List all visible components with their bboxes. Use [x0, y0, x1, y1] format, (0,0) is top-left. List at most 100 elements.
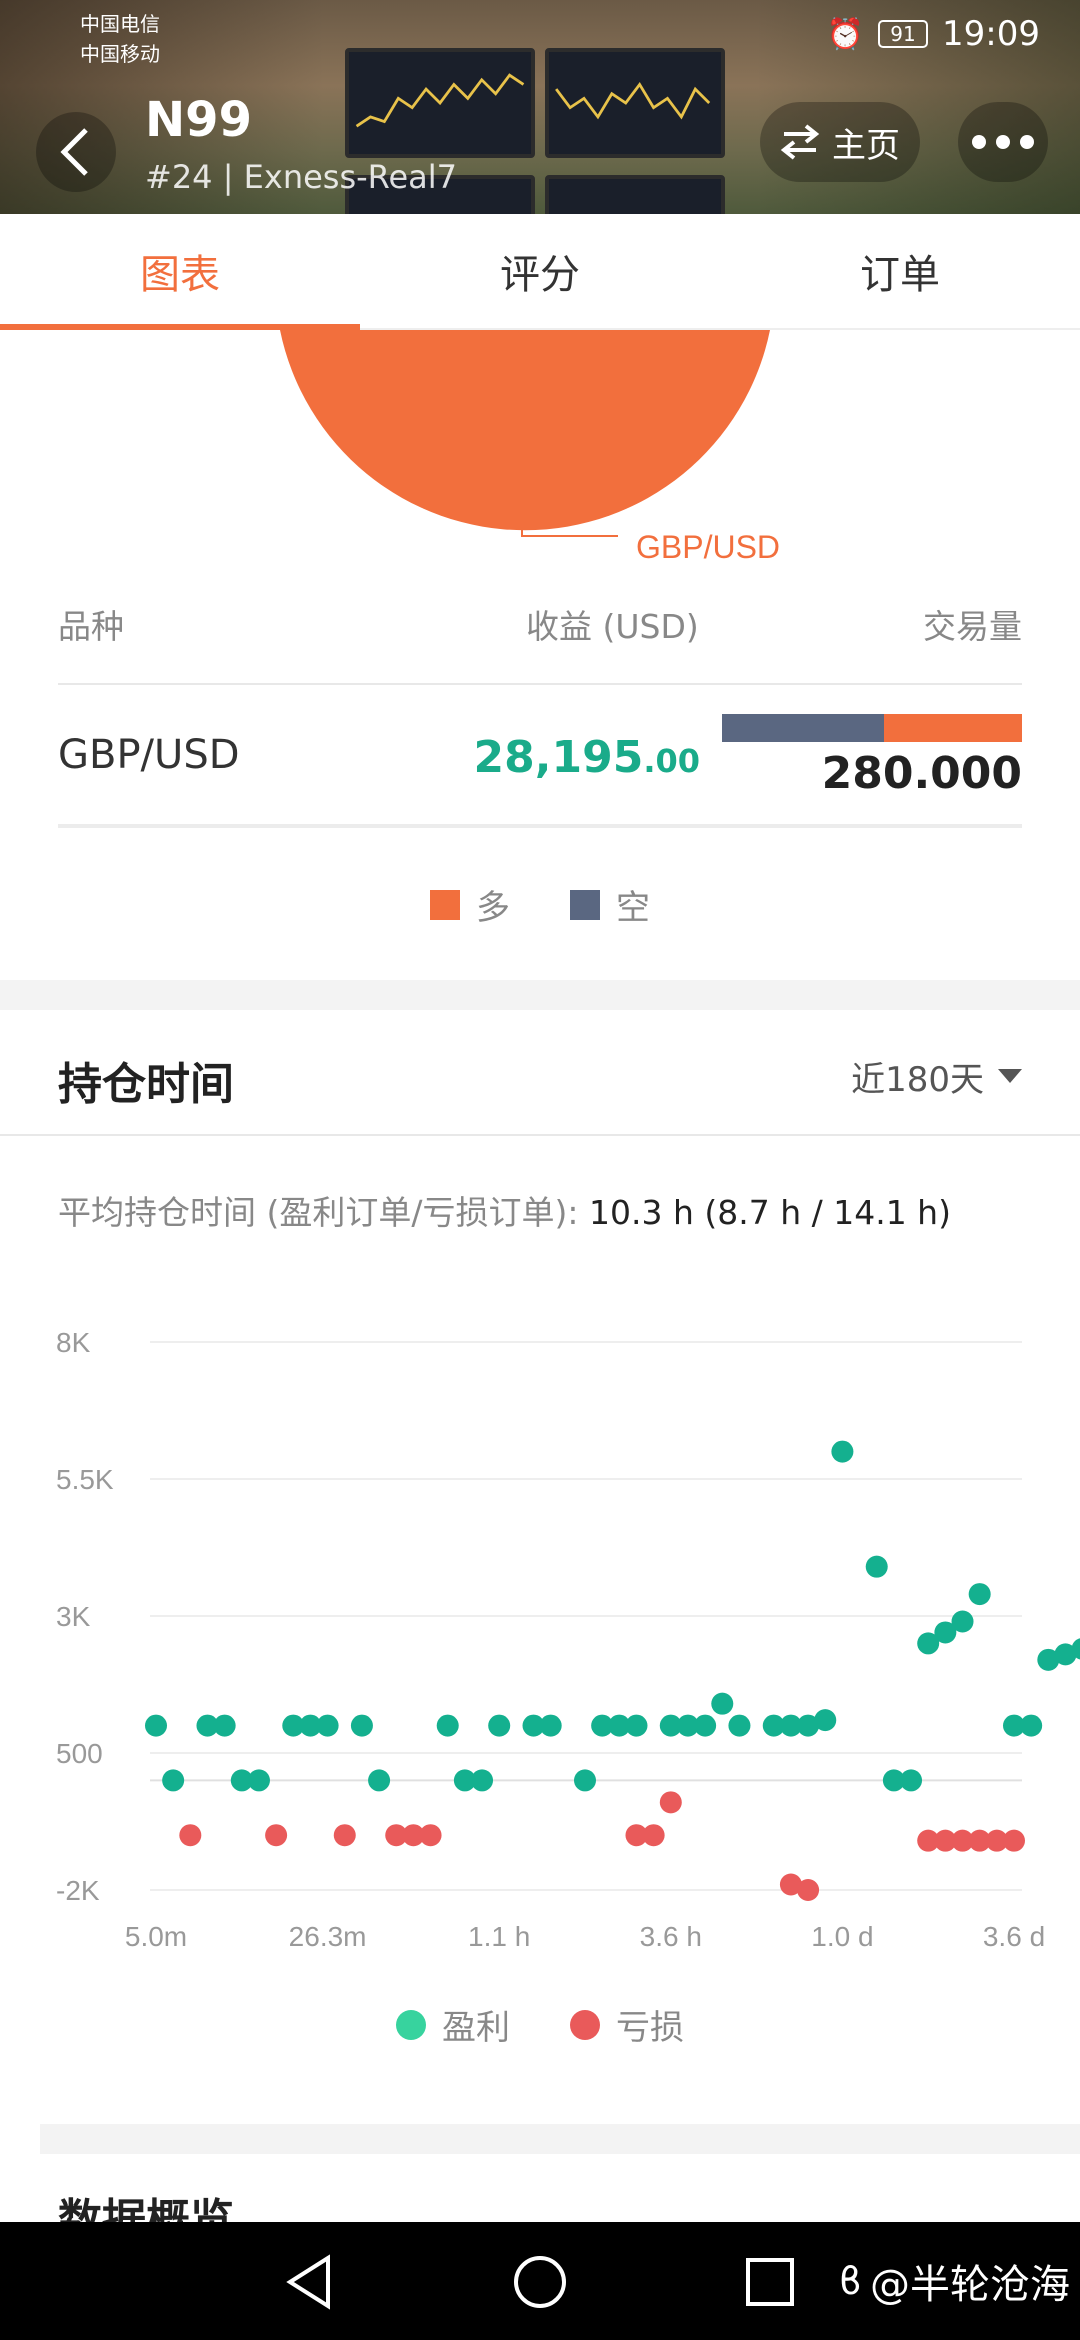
pie-label: GBP/USD	[636, 529, 780, 565]
header-symbol: 品种	[58, 607, 124, 646]
profit-point	[574, 1769, 596, 1792]
y-tick-label: 500	[56, 1738, 103, 1769]
nav-home-icon[interactable]	[510, 2252, 570, 2312]
carrier-1: 中国电信	[80, 12, 160, 36]
loss-point	[265, 1824, 288, 1847]
profit-point	[1020, 1714, 1043, 1737]
nav-recents-icon[interactable]	[740, 2252, 800, 2312]
chevron-left-icon	[60, 128, 88, 176]
legend-label-long: 多	[476, 888, 510, 928]
loss-point	[642, 1824, 665, 1847]
trading-monitor-image	[545, 175, 725, 214]
weibo-icon: ϐ	[838, 2259, 862, 2303]
legend-swatch-long	[430, 889, 460, 920]
table-row-volume: 280.000	[821, 748, 1022, 799]
legend-label-profit: 盈利	[442, 2008, 510, 2048]
profit-point	[951, 1610, 974, 1633]
profit-point	[316, 1714, 339, 1737]
carrier-2: 中国移动	[80, 42, 160, 66]
caret-down-icon	[998, 1068, 1022, 1083]
profit-point	[814, 1709, 837, 1732]
more-button[interactable]	[958, 102, 1048, 182]
profit-point	[436, 1714, 459, 1737]
avg-value: 10.3 h (8.7 h / 14.1 h)	[588, 1193, 951, 1232]
x-tick-label: 3.6 d	[983, 1921, 1045, 1952]
loss-point	[333, 1824, 356, 1847]
profit-point	[368, 1769, 391, 1792]
divider	[0, 1134, 1080, 1136]
back-button[interactable]	[36, 112, 116, 192]
divider	[58, 824, 1022, 828]
volume-bar-short	[722, 714, 884, 742]
avg-holding-time: 平均持仓时间 (盈利订单/亏损订单): 10.3 h (8.7 h / 14.1…	[58, 1186, 951, 1234]
profit-decimals: .00	[643, 742, 700, 780]
legend-label-short: 空	[616, 888, 650, 928]
x-tick-label: 1.0 d	[811, 1921, 873, 1952]
clock: 19:09	[942, 14, 1040, 54]
tab-chart-label: 图表	[140, 252, 220, 298]
tab-orders[interactable]: 订单	[720, 214, 1080, 328]
alarm-icon: ⏰	[826, 16, 865, 52]
volume-bar-long	[884, 714, 1022, 742]
pie-chart: GBP/USD	[0, 330, 1080, 580]
tab-orders-label: 订单	[860, 252, 940, 298]
section-divider	[0, 980, 1080, 1010]
account-subtitle: #24 | Exness-Real7	[145, 158, 458, 196]
home-button[interactable]: 主页	[760, 102, 920, 182]
period-dropdown-label: 近180天	[851, 1060, 984, 1100]
legend-swatch-short	[570, 889, 600, 920]
holding-time-scatter-chart: 8K 5.5K 3K 500 -2K 5.0m 26.3m 1.1 h 3.6 h 1.0 d 3.…	[0, 1300, 1080, 1980]
status-bar: 中国电信 中国移动 ⏰ 91 19:09	[0, 0, 1080, 70]
tab-chart[interactable]: 图表	[0, 214, 360, 330]
watermark-text: @半轮沧海	[870, 2262, 1070, 2308]
profit-point	[488, 1714, 511, 1737]
y-tick-label: 8K	[56, 1327, 91, 1358]
legend-item-loss: 亏损	[570, 2000, 684, 2049]
profit-point	[145, 1714, 167, 1737]
profit-point	[728, 1714, 751, 1737]
profit-point	[213, 1714, 236, 1737]
profit-point	[968, 1583, 991, 1606]
loss-point	[797, 1879, 820, 1901]
home-button-label: 主页	[832, 125, 900, 166]
tab-rating[interactable]: 评分	[360, 214, 720, 328]
x-tick-label: 5.0m	[125, 1921, 187, 1952]
section-divider	[40, 2124, 1080, 2154]
profit-point	[350, 1714, 373, 1737]
y-tick-label: 5.5K	[56, 1464, 114, 1495]
profit-point	[162, 1769, 185, 1792]
legend-dot-loss	[570, 2009, 600, 2040]
header-banner: 中国电信 中国移动 ⏰ 91 19:09 N99 #24 | Exness-Re…	[0, 0, 1080, 214]
holding-section-title: 持仓时间	[58, 1059, 234, 1110]
table-row-symbol: GBP/USD	[58, 732, 240, 778]
more-icon	[972, 135, 1034, 149]
loss-point	[659, 1791, 682, 1814]
header-volume: 交易量	[923, 607, 1022, 646]
profit-point	[471, 1769, 494, 1792]
profit-point	[694, 1714, 717, 1737]
profit-point	[247, 1769, 270, 1792]
nav-back-icon[interactable]	[280, 2252, 340, 2312]
loss-point	[179, 1824, 202, 1847]
profit-main: 28,195	[473, 732, 644, 783]
tab-bar: 图表 评分 订单	[0, 214, 1080, 330]
divider	[58, 683, 1022, 685]
pie-slice-gbpusd	[280, 330, 770, 531]
battery-icon: 91	[878, 20, 929, 48]
tab-rating-label: 评分	[500, 252, 580, 298]
profit-point	[900, 1769, 923, 1792]
legend-dot-profit	[396, 2009, 426, 2040]
profit-point	[539, 1714, 562, 1737]
legend-label-loss: 亏损	[616, 2008, 684, 2048]
legend-item-long: 多	[430, 880, 510, 929]
legend-item-profit: 盈利	[396, 2000, 510, 2049]
direction-legend: 多 空	[0, 880, 1080, 929]
y-tick-label: -2K	[56, 1875, 100, 1906]
volume-bar	[722, 714, 1022, 742]
x-tick-label: 3.6 h	[640, 1921, 702, 1952]
period-dropdown[interactable]: 近180天	[851, 1052, 1022, 1101]
profit-point	[625, 1714, 648, 1737]
x-tick-label: 26.3m	[289, 1921, 367, 1952]
x-tick-label: 1.1 h	[468, 1921, 530, 1952]
header-profit: 收益 (USD)	[526, 607, 699, 646]
